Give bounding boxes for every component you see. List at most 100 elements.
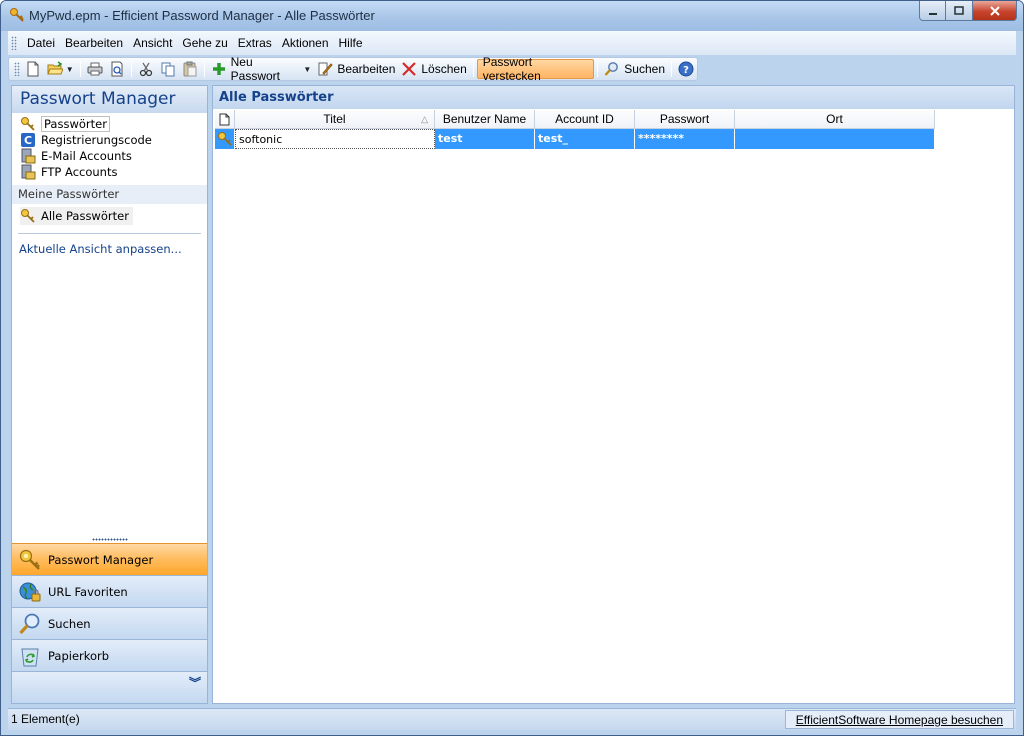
key-icon — [21, 117, 35, 131]
printer-icon — [87, 62, 103, 76]
chevron-double-down-icon[interactable]: ︾ — [189, 677, 201, 689]
copy-icon — [161, 62, 175, 77]
column-header-account-id[interactable]: Account ID — [535, 110, 635, 129]
all-passwords-label: Alle Passwörter — [41, 209, 129, 223]
window-controls — [919, 1, 1017, 21]
registration-code-icon: C — [21, 133, 35, 147]
key-icon — [10, 8, 24, 22]
cell-username[interactable]: test — [435, 129, 535, 149]
category-passwords[interactable]: Passwörter — [20, 116, 207, 132]
close-button[interactable] — [973, 1, 1017, 21]
svg-text:?: ? — [683, 65, 689, 76]
delete-button[interactable]: Löschen — [398, 59, 469, 79]
category-label: FTP Accounts — [41, 165, 118, 179]
chevron-down-icon[interactable]: ▼ — [66, 65, 74, 74]
paste-button[interactable] — [179, 59, 201, 79]
key-icon — [217, 132, 232, 146]
edit-icon — [318, 62, 334, 76]
chevron-down-icon[interactable]: ▼ — [303, 65, 311, 74]
help-icon: ? — [678, 61, 694, 77]
document-icon — [219, 113, 229, 125]
print-preview-button[interactable] — [106, 59, 128, 79]
menu-bar: Datei Bearbeiten Ansicht Gehe zu Extras … — [8, 31, 1016, 55]
column-header-label: Ort — [826, 112, 843, 126]
email-accounts-icon — [21, 148, 36, 164]
content-pane: Alle Passwörter Titel △ Benutzer Name Ac… — [212, 85, 1015, 704]
column-header-label: Passwort — [659, 112, 710, 126]
my-passwords-section: Meine Passwörter — [12, 185, 207, 204]
nav-label: Suchen — [48, 616, 91, 631]
toolbar-separator — [671, 61, 672, 77]
toolbar-separator — [472, 61, 474, 77]
open-folder-button[interactable]: ▼ — [44, 59, 77, 79]
category-ftp-accounts[interactable]: FTP Accounts — [20, 164, 207, 180]
svg-text:C: C — [24, 134, 32, 147]
all-passwords-item[interactable]: Alle Passwörter — [20, 207, 133, 225]
maximize-button[interactable] — [946, 1, 973, 21]
delete-icon — [402, 62, 417, 76]
nav-search[interactable]: Suchen — [12, 607, 207, 639]
menu-gehe-zu[interactable]: Gehe zu — [177, 31, 232, 55]
edit-label: Bearbeiten — [337, 62, 396, 76]
cell-location[interactable] — [735, 129, 935, 149]
edit-button[interactable]: Bearbeiten — [314, 59, 398, 79]
menu-hilfe[interactable]: Hilfe — [334, 31, 368, 55]
column-header-icon[interactable] — [215, 110, 235, 129]
homepage-link[interactable]: EfficientSoftware Homepage besuchen — [784, 710, 1014, 729]
minimize-button[interactable] — [919, 1, 946, 21]
menu-ansicht[interactable]: Ansicht — [128, 31, 177, 55]
menu-aktionen[interactable]: Aktionen — [277, 31, 334, 55]
customize-view-link[interactable]: Aktuelle Ansicht anpassen... — [19, 242, 207, 256]
category-list: Passwörter C Registrierungscode E-Mail A… — [12, 113, 207, 180]
category-label: E-Mail Accounts — [41, 149, 132, 163]
menu-bearbeiten[interactable]: Bearbeiten — [60, 31, 128, 55]
search-button[interactable]: Suchen — [601, 59, 668, 79]
toolbar-grip[interactable] — [14, 62, 20, 76]
column-header-username[interactable]: Benutzer Name — [435, 110, 535, 129]
cell-title[interactable]: softonic — [235, 129, 435, 149]
new-password-label: Neu Passwort — [230, 55, 280, 83]
toolbar: ▼ Neu Passwort ▼ Bearbeiten Löschen Pass… — [8, 55, 698, 83]
hide-password-toggle[interactable]: Passwort verstecken — [476, 55, 595, 83]
menubar-grip[interactable] — [11, 36, 17, 50]
nav-url-favorites[interactable]: URL Favoriten — [12, 575, 207, 607]
recycle-bin-icon — [21, 648, 39, 666]
open-folder-icon — [46, 61, 63, 75]
category-email-accounts[interactable]: E-Mail Accounts — [20, 148, 207, 164]
column-header-location[interactable]: Ort — [735, 110, 935, 129]
key-icon — [19, 549, 40, 570]
grid-header: Titel △ Benutzer Name Account ID Passwor… — [215, 110, 935, 129]
copy-button[interactable] — [157, 59, 179, 79]
delete-label: Löschen — [421, 62, 467, 76]
cell-password[interactable]: ******** — [635, 129, 735, 149]
search-icon — [604, 62, 619, 76]
new-file-button[interactable] — [22, 59, 44, 79]
navigation-pane: Passwort Manager Passwörter C Registrier… — [11, 85, 208, 704]
nav-overflow-bar: ︾ — [12, 671, 207, 703]
new-password-button[interactable]: Neu Passwort ▼ — [208, 55, 315, 83]
nav-password-manager[interactable]: Passwort Manager — [12, 543, 207, 575]
toolbar-separator — [130, 61, 132, 77]
column-header-title[interactable]: Titel △ — [235, 110, 435, 129]
globe-lock-icon — [19, 582, 41, 601]
item-count: 1 Element(e) — [11, 712, 80, 726]
cell-account-id[interactable]: test_ — [535, 129, 635, 149]
menu-extras[interactable]: Extras — [233, 31, 277, 55]
row-icon-cell — [215, 129, 235, 149]
help-button[interactable]: ? — [675, 59, 697, 79]
column-header-password[interactable]: Passwort — [635, 110, 735, 129]
category-registration-code[interactable]: C Registrierungscode — [20, 132, 207, 148]
nav-label: Passwort Manager — [48, 552, 154, 567]
nav-recycle-bin[interactable]: Papierkorb — [12, 639, 207, 671]
menu-datei[interactable]: Datei — [22, 31, 60, 55]
password-grid: Titel △ Benutzer Name Account ID Passwor… — [215, 110, 935, 149]
print-button[interactable] — [84, 59, 106, 79]
column-header-label: Titel — [323, 112, 346, 126]
window-title: MyPwd.epm - Efficient Password Manager -… — [29, 8, 375, 23]
table-row[interactable]: softonic test test_ ******** — [215, 129, 935, 149]
nav-label: Papierkorb — [48, 648, 110, 663]
magnifier-icon — [19, 613, 40, 634]
cut-button[interactable] — [135, 59, 157, 79]
title-bar: MyPwd.epm - Efficient Password Manager -… — [1, 1, 1023, 31]
category-label: Passwörter — [41, 116, 110, 132]
